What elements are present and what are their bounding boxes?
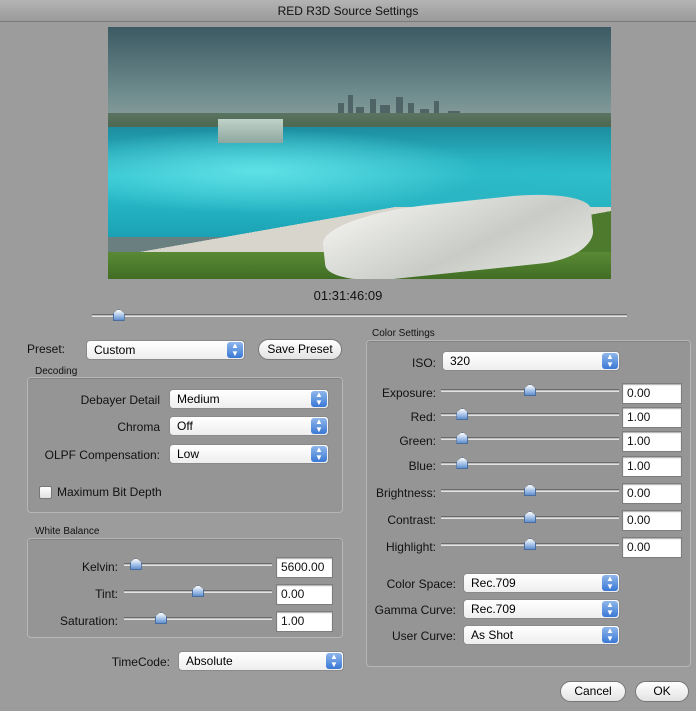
timecode-display: 01:31:46:09	[313, 288, 383, 303]
saturation-track	[124, 617, 272, 620]
color-space-popup[interactable]: Rec.709 ▲ ▼	[463, 573, 620, 593]
green-field[interactable]: 1.00	[622, 431, 682, 452]
timecode-mode-popup[interactable]: Absolute ▲ ▼	[178, 651, 344, 671]
popup-arrows-icon: ▲ ▼	[602, 353, 618, 369]
blue-slider[interactable]	[441, 457, 619, 475]
blue-field[interactable]: 1.00	[622, 456, 682, 477]
timecode-mode-value: Absolute	[186, 654, 233, 668]
brightness-field[interactable]: 0.00	[622, 483, 682, 504]
decoding-title: Decoding	[35, 366, 78, 377]
scrub-track	[92, 314, 627, 317]
brightness-label: Brightness:	[375, 486, 436, 500]
red-field[interactable]: 1.00	[622, 407, 682, 428]
red-slider[interactable]	[441, 408, 619, 426]
timecode-mode-label: TimeCode:	[111, 655, 170, 669]
white-balance-title: White Balance	[35, 526, 100, 537]
iso-value: 320	[450, 354, 471, 368]
exposure-slider[interactable]	[441, 384, 619, 402]
max-bit-depth-checkbox[interactable]	[39, 486, 52, 499]
highlight-slider[interactable]	[441, 538, 619, 556]
debayer-value: Medium	[177, 392, 220, 406]
saturation-slider[interactable]	[124, 612, 272, 630]
kelvin-label: Kelvin:	[81, 560, 118, 574]
highlight-label: Highlight:	[385, 540, 436, 554]
user-curve-label: User Curve:	[391, 629, 456, 643]
brightness-slider[interactable]	[441, 484, 619, 502]
debayer-label: Debayer Detail	[80, 393, 160, 407]
iso-popup[interactable]: 320 ▲ ▼	[442, 351, 620, 371]
saturation-label: Saturation:	[59, 614, 118, 628]
popup-arrows-icon: ▲ ▼	[602, 575, 618, 591]
gamma-curve-label: Gamma Curve:	[374, 603, 456, 617]
color-settings-title: Color Settings	[372, 328, 435, 339]
popup-arrows-icon: ▲ ▼	[311, 418, 327, 434]
chroma-value: Off	[177, 419, 193, 433]
user-curve-popup[interactable]: As Shot ▲ ▼	[463, 625, 620, 645]
popup-arrows-icon: ▲ ▼	[311, 391, 327, 407]
olpf-label: OLPF Compensation:	[44, 448, 160, 462]
blue-label: Blue:	[408, 459, 436, 473]
preview-image	[108, 27, 611, 279]
kelvin-track	[124, 563, 272, 566]
user-curve-value: As Shot	[471, 628, 514, 642]
green-label: Green:	[399, 434, 436, 448]
preview-fountain	[218, 119, 283, 143]
contrast-field[interactable]: 0.00	[622, 510, 682, 531]
window-title: RED R3D Source Settings	[0, 0, 696, 22]
tint-field[interactable]: 0.00	[276, 584, 333, 605]
scrub-slider[interactable]	[92, 309, 627, 327]
contrast-slider[interactable]	[441, 511, 619, 529]
preset-value: Custom	[94, 343, 136, 357]
popup-arrows-icon: ▲ ▼	[602, 627, 618, 643]
gamma-curve-value: Rec.709	[471, 602, 516, 616]
ok-button[interactable]: OK	[635, 681, 689, 702]
highlight-field[interactable]: 0.00	[622, 537, 682, 558]
popup-arrows-icon: ▲ ▼	[602, 601, 618, 617]
popup-arrows-icon: ▲ ▼	[326, 653, 342, 669]
green-slider[interactable]	[441, 432, 619, 450]
olpf-popup[interactable]: Low ▲ ▼	[169, 444, 329, 464]
chroma-label: Chroma	[117, 420, 160, 434]
tint-label: Tint:	[95, 587, 118, 601]
save-preset-button[interactable]: Save Preset	[258, 339, 342, 360]
popup-arrows-icon: ▲ ▼	[311, 446, 327, 462]
debayer-popup[interactable]: Medium ▲ ▼	[169, 389, 329, 409]
exposure-field[interactable]: 0.00	[622, 383, 682, 404]
scrub-thumb[interactable]	[112, 309, 125, 321]
color-space-label: Color Space:	[386, 577, 456, 591]
preset-label: Preset:	[27, 342, 66, 356]
gamma-curve-popup[interactable]: Rec.709 ▲ ▼	[463, 599, 620, 619]
contrast-label: Contrast:	[387, 513, 436, 527]
preset-popup[interactable]: Custom ▲ ▼	[86, 340, 245, 360]
iso-label: ISO:	[411, 356, 436, 370]
popup-arrows-icon: ▲ ▼	[227, 342, 243, 358]
kelvin-slider[interactable]	[124, 558, 272, 576]
olpf-value: Low	[177, 447, 200, 461]
max-bit-depth-label: Maximum Bit Depth	[57, 485, 162, 499]
red-label: Red:	[410, 410, 436, 424]
saturation-field[interactable]: 1.00	[276, 611, 333, 632]
kelvin-field[interactable]: 5600.00	[276, 557, 333, 578]
tint-slider[interactable]	[124, 585, 272, 603]
chroma-popup[interactable]: Off ▲ ▼	[169, 416, 329, 436]
cancel-button[interactable]: Cancel	[560, 681, 626, 702]
exposure-label: Exposure:	[381, 386, 436, 400]
color-space-value: Rec.709	[471, 576, 516, 590]
